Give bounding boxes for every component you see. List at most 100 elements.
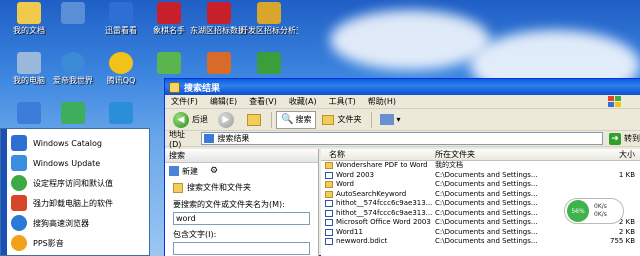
desktop-icon-green[interactable] bbox=[240, 52, 298, 76]
file-folder: C:\Documents and Settings... bbox=[435, 218, 538, 227]
file-folder: C:\Documents and Settings... bbox=[435, 227, 538, 236]
folder-icon bbox=[17, 2, 41, 24]
search-type[interactable]: 搜索文件和文件夹 bbox=[165, 182, 318, 193]
search-type-label: 搜索文件和文件夹 bbox=[187, 183, 251, 192]
start-menu-item-pps[interactable]: PPS影音 bbox=[11, 233, 64, 253]
desktop-icon-player[interactable] bbox=[92, 102, 150, 126]
app-icon bbox=[207, 52, 231, 74]
document-icon bbox=[325, 171, 333, 179]
start-menu-item-sogou-browser[interactable]: 搜狗高速浏览器 bbox=[11, 213, 89, 233]
file-list-header: 名称 所在文件夹 大小 bbox=[321, 149, 640, 161]
new-search-button[interactable]: 新建 bbox=[169, 166, 198, 177]
app-icon bbox=[157, 2, 181, 24]
computer-icon bbox=[17, 52, 41, 74]
file-row[interactable]: Word C:\Documents and Settings... bbox=[321, 180, 640, 190]
search-pane: 搜索 新建 ⚙ 搜索文件和文件夹 要搜索的文件或文件夹名为(M): word 包… bbox=[165, 149, 319, 256]
file-name-cell: Word 2003 bbox=[321, 171, 433, 180]
menu-favorites[interactable]: 收藏(A) bbox=[289, 96, 317, 107]
file-name: Word11 bbox=[336, 227, 363, 236]
chevron-down-icon: ▾ bbox=[396, 115, 401, 124]
network-icon bbox=[17, 102, 41, 124]
windows-icon bbox=[11, 155, 27, 171]
file-name: AutoSearchKeyword bbox=[336, 189, 407, 198]
go-button[interactable]: ➜ 转到 bbox=[609, 132, 640, 145]
menu-help[interactable]: 帮助(H) bbox=[368, 96, 396, 107]
column-name[interactable]: 名称 bbox=[321, 149, 433, 160]
views-icon bbox=[380, 114, 395, 125]
contains-text-input[interactable] bbox=[173, 242, 310, 255]
document-icon bbox=[325, 228, 333, 236]
file-folder: C:\Documents and Settings... bbox=[435, 237, 538, 246]
start-menu-item-windows-catalog[interactable]: Windows Catalog bbox=[11, 133, 102, 153]
file-row[interactable]: newword.bdict C:\Documents and Settings..… bbox=[321, 237, 640, 247]
file-folder: C:\Documents and Settings... bbox=[435, 199, 538, 208]
folders-label: 文件夹 bbox=[337, 115, 362, 124]
start-menu-item-label: Windows Catalog bbox=[33, 138, 102, 148]
search-options-icon[interactable]: ⚙ bbox=[210, 166, 218, 176]
address-label: 地址(D) bbox=[169, 129, 185, 149]
search-label: 搜索 bbox=[295, 115, 312, 124]
file-folder: C:\Documents and Settings... bbox=[435, 180, 538, 189]
file-name: Word 2003 bbox=[336, 170, 375, 179]
cloud bbox=[330, 10, 490, 70]
file-name: newword.bdict bbox=[336, 237, 388, 246]
menu-view[interactable]: 查看(V) bbox=[249, 96, 277, 107]
folder-icon bbox=[325, 162, 333, 170]
browser-icon bbox=[11, 215, 27, 231]
desktop-icon-tender-client[interactable]: 开发区招标分析交易客户端 bbox=[240, 2, 298, 35]
start-menu-item-program-defaults[interactable]: 设定程序访问和默认值 bbox=[11, 173, 113, 193]
network-usage-percent: 56% bbox=[567, 200, 589, 222]
download-speed: 0K/s bbox=[594, 211, 607, 218]
back-arrow-icon: ◀ bbox=[173, 111, 189, 128]
views-button[interactable]: ▾ bbox=[376, 111, 404, 129]
document-icon bbox=[325, 219, 333, 227]
toolbar-separator bbox=[371, 111, 373, 128]
up-folder-icon bbox=[247, 113, 261, 126]
start-menu-item-label: PPS影音 bbox=[33, 238, 64, 248]
window-titlebar[interactable]: 搜索结果 bbox=[165, 79, 640, 95]
file-size: 755 KB bbox=[610, 237, 635, 246]
menu-bar: 文件(F) 编辑(E) 查看(V) 收藏(A) 工具(T) 帮助(H) bbox=[165, 95, 640, 109]
start-menu-band bbox=[1, 129, 7, 255]
play-icon bbox=[109, 102, 133, 124]
menu-edit[interactable]: 编辑(E) bbox=[210, 96, 237, 107]
folders-button[interactable]: 文件夹 bbox=[318, 111, 365, 129]
back-button[interactable]: ◀ 后退 bbox=[169, 111, 212, 129]
up-folder-button[interactable] bbox=[243, 111, 265, 129]
address-input[interactable]: 搜索结果 bbox=[201, 132, 604, 145]
file-row[interactable]: Word11 C:\Documents and Settings... 2 KB bbox=[321, 228, 640, 238]
desktop-icon-label: 腾讯QQ bbox=[106, 76, 136, 85]
file-name-cell: AutoSearchKeyword bbox=[321, 190, 433, 199]
network-speed-widget[interactable]: 56% 0K/s 0K/s bbox=[564, 198, 624, 224]
file-row[interactable]: Wondershare PDF to Word 我的文档 bbox=[321, 161, 640, 171]
file-folder: C:\Documents and Settings... bbox=[435, 170, 538, 179]
file-name: Word bbox=[336, 180, 354, 189]
file-name-cell: Word bbox=[321, 180, 433, 189]
file-name: hithot__574fccc6c9ae313... bbox=[336, 208, 433, 217]
column-folder[interactable]: 所在文件夹 bbox=[433, 149, 583, 160]
start-menu-item-windows-update[interactable]: Windows Update bbox=[11, 153, 100, 173]
file-row[interactable]: Word 2003 C:\Documents and Settings... 1 K… bbox=[321, 171, 640, 181]
file-folder: 我的文档 bbox=[435, 161, 463, 170]
windows-logo-icon bbox=[608, 96, 621, 107]
file-name-input[interactable]: word bbox=[173, 212, 310, 225]
media-icon bbox=[11, 235, 27, 251]
file-name-cell: Wondershare PDF to Word bbox=[321, 161, 433, 170]
toolbar-separator bbox=[271, 111, 272, 128]
menu-file[interactable]: 文件(F) bbox=[171, 96, 198, 107]
column-size[interactable]: 大小 bbox=[583, 149, 640, 160]
app-icon bbox=[207, 2, 231, 24]
document-icon bbox=[325, 209, 333, 217]
forward-button[interactable]: ▶ bbox=[214, 111, 241, 129]
start-menu-item-label: 搜狗高速浏览器 bbox=[33, 218, 89, 228]
menu-tools[interactable]: 工具(T) bbox=[329, 96, 356, 107]
search-button[interactable]: 🔍 搜索 bbox=[276, 110, 317, 129]
start-menu-item-label: Windows Update bbox=[33, 158, 101, 168]
folder-icon bbox=[325, 190, 333, 198]
start-menu-item-uninstaller[interactable]: 强力卸载电脑上的软件 bbox=[11, 193, 113, 213]
file-name-cell: newword.bdict bbox=[321, 237, 433, 246]
app-icon bbox=[257, 2, 281, 24]
new-search-icon bbox=[169, 166, 179, 176]
address-bar: 地址(D) 搜索结果 ➜ 转到 bbox=[165, 129, 640, 149]
file-name-cell: hithot__574fccc6c9ae313... bbox=[321, 209, 433, 218]
